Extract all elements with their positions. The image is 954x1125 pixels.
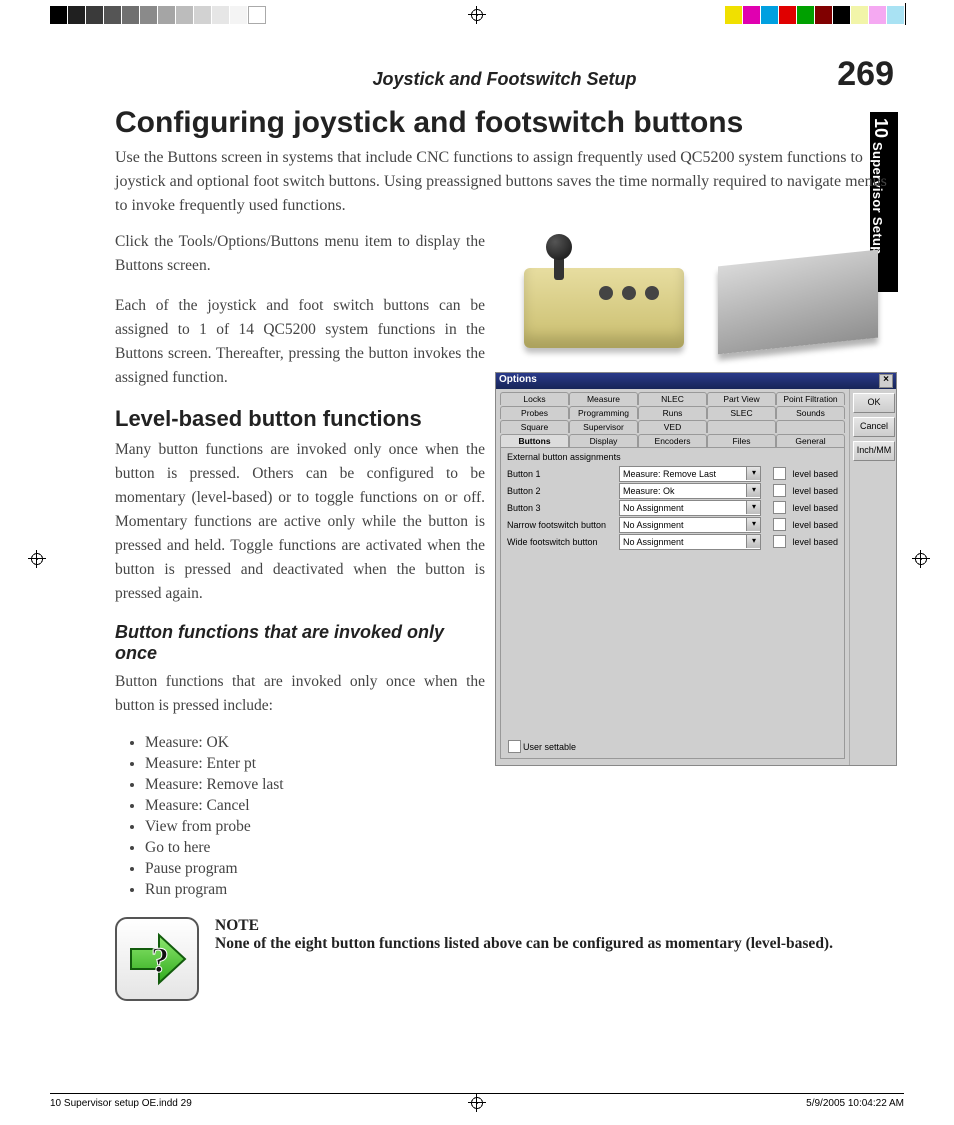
note-title: NOTE bbox=[215, 917, 833, 935]
list-item: Measure: Remove last bbox=[145, 776, 485, 794]
assignment-combo[interactable]: Measure: Remove Last▾ bbox=[619, 466, 761, 482]
checkbox-label: level based bbox=[792, 469, 838, 479]
level-based-checkbox[interactable] bbox=[773, 467, 786, 480]
tab-measure[interactable]: Measure bbox=[569, 392, 638, 405]
footer-timestamp: 5/9/2005 10:04:22 AM bbox=[806, 1098, 904, 1109]
checkbox-label: User settable bbox=[523, 742, 576, 752]
chevron-down-icon[interactable]: ▾ bbox=[746, 467, 760, 480]
chevron-down-icon[interactable]: ▾ bbox=[746, 535, 760, 548]
assignment-row: Narrow footswitch button No Assignment▾ … bbox=[507, 516, 838, 533]
tab-runs[interactable]: Runs bbox=[638, 406, 707, 419]
footswitch-illustration bbox=[708, 230, 888, 360]
list-item: View from probe bbox=[145, 818, 485, 836]
chevron-down-icon[interactable]: ▾ bbox=[746, 484, 760, 497]
note-body: None of the eight button functions liste… bbox=[215, 935, 833, 952]
assignment-row: Button 3 No Assignment▾ level based bbox=[507, 499, 838, 516]
tab-programming[interactable]: Programming bbox=[569, 406, 638, 419]
assignment-combo[interactable]: No Assignment▾ bbox=[619, 534, 761, 550]
ok-button[interactable]: OK bbox=[853, 393, 895, 413]
body-paragraph: Click the Tools/Options/Buttons menu ite… bbox=[115, 230, 485, 278]
inch-mm-button[interactable]: Inch/MM bbox=[853, 441, 895, 461]
svg-text:?: ? bbox=[151, 940, 169, 980]
bullet-list: Measure: OK Measure: Enter pt Measure: R… bbox=[145, 734, 485, 899]
footer-filename: 10 Supervisor setup OE.indd 29 bbox=[50, 1098, 192, 1109]
assignment-combo[interactable]: No Assignment▾ bbox=[619, 500, 761, 516]
tab-buttons[interactable]: Buttons bbox=[500, 434, 569, 447]
note-icon: ? bbox=[115, 917, 199, 1001]
page-footer: 10 Supervisor setup OE.indd 29 5/9/2005 … bbox=[50, 1093, 904, 1109]
list-item: Measure: Enter pt bbox=[145, 755, 485, 773]
tab-locks[interactable]: Locks bbox=[500, 392, 569, 405]
row-label: Button 1 bbox=[507, 469, 615, 479]
level-based-checkbox[interactable] bbox=[773, 501, 786, 514]
list-item: Go to here bbox=[145, 839, 485, 857]
tab-square[interactable]: Square bbox=[500, 420, 569, 433]
group-label: External button assignments bbox=[507, 452, 838, 462]
tab-probes[interactable]: Probes bbox=[500, 406, 569, 419]
subheading: Level-based button functions bbox=[115, 406, 485, 432]
tab-nlec[interactable]: NLEC bbox=[638, 392, 707, 405]
level-based-checkbox[interactable] bbox=[773, 518, 786, 531]
registration-mark-icon bbox=[28, 550, 46, 568]
tab-slec[interactable]: SLEC bbox=[707, 406, 776, 419]
close-icon[interactable]: × bbox=[879, 374, 893, 388]
tab-encoders[interactable]: Encoders bbox=[638, 434, 707, 447]
registration-mark-icon bbox=[468, 6, 486, 24]
list-item: Measure: OK bbox=[145, 734, 485, 752]
list-item: Pause program bbox=[145, 860, 485, 878]
assignment-combo[interactable]: No Assignment▾ bbox=[619, 517, 761, 533]
body-paragraph: Button functions that are invoked only o… bbox=[115, 670, 485, 718]
level-based-checkbox[interactable] bbox=[773, 484, 786, 497]
assignment-row: Button 1 Measure: Remove Last▾ level bas… bbox=[507, 465, 838, 482]
tab-sounds[interactable]: Sounds bbox=[776, 406, 845, 419]
tab-files[interactable]: Files bbox=[707, 434, 776, 447]
tab-partview[interactable]: Part View bbox=[707, 392, 776, 405]
subsubheading: Button functions that are invoked only o… bbox=[115, 622, 485, 664]
checkbox-label: level based bbox=[792, 537, 838, 547]
user-settable-checkbox[interactable] bbox=[508, 740, 521, 753]
checkbox-label: level based bbox=[792, 520, 838, 530]
list-item: Run program bbox=[145, 881, 485, 899]
assignment-combo[interactable]: Measure: Ok▾ bbox=[619, 483, 761, 499]
row-label: Wide footswitch button bbox=[507, 537, 615, 547]
page-number: 269 bbox=[804, 55, 894, 94]
tab-supervisor[interactable]: Supervisor bbox=[569, 420, 638, 433]
list-item: Measure: Cancel bbox=[145, 797, 485, 815]
page-title: Configuring joystick and footswitch butt… bbox=[115, 106, 894, 140]
assignment-row: Wide footswitch button No Assignment▾ le… bbox=[507, 533, 838, 550]
cancel-button[interactable]: Cancel bbox=[853, 417, 895, 437]
chevron-down-icon[interactable]: ▾ bbox=[746, 518, 760, 531]
checkbox-label: level based bbox=[792, 486, 838, 496]
dialog-title: Options bbox=[499, 374, 537, 388]
options-dialog: Options × Locks Measure NLEC Part View P… bbox=[495, 372, 897, 766]
registration-mark-icon bbox=[912, 550, 930, 568]
intro-paragraph: Use the Buttons screen in systems that i… bbox=[115, 146, 894, 218]
tab-general[interactable]: General bbox=[776, 434, 845, 447]
tab-pointfiltration[interactable]: Point Filtration bbox=[776, 392, 845, 405]
checkbox-label: level based bbox=[792, 503, 838, 513]
tab-display[interactable]: Display bbox=[569, 434, 638, 447]
row-label: Button 2 bbox=[507, 486, 615, 496]
body-paragraph: Each of the joystick and foot switch but… bbox=[115, 294, 485, 390]
assignment-row: Button 2 Measure: Ok▾ level based bbox=[507, 482, 838, 499]
tab-blank[interactable] bbox=[707, 420, 776, 433]
tab-blank[interactable] bbox=[776, 420, 845, 433]
level-based-checkbox[interactable] bbox=[773, 535, 786, 548]
row-label: Button 3 bbox=[507, 503, 615, 513]
body-paragraph: Many button functions are invoked only o… bbox=[115, 438, 485, 606]
tab-ved[interactable]: VED bbox=[638, 420, 707, 433]
row-label: Narrow footswitch button bbox=[507, 520, 615, 530]
running-head-title: Joystick and Footswitch Setup bbox=[205, 69, 804, 90]
chevron-down-icon[interactable]: ▾ bbox=[746, 501, 760, 514]
joystick-illustration bbox=[514, 230, 694, 360]
